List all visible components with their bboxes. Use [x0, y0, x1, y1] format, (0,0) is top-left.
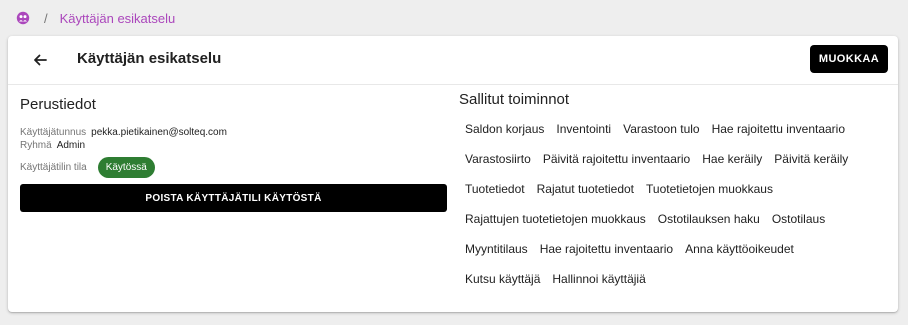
- permission-item: Inventointi: [556, 122, 612, 136]
- permission-item: Rajattujen tuotetietojen muokkaus: [465, 212, 646, 226]
- permission-item: Anna käyttöoikeudet: [685, 242, 794, 256]
- permission-item: Ostotilauksen haku: [657, 212, 760, 226]
- permission-item: Ostotilaus: [771, 212, 826, 226]
- status-row: Käyttäjätilin tila Käytössä: [20, 157, 448, 178]
- basic-info-section: Perustiedot Käyttäjätunnus pekka.pietika…: [20, 96, 448, 212]
- permission-item: Päivitä rajoitettu inventaario: [542, 152, 691, 166]
- edit-button[interactable]: MUOKKAA: [810, 45, 888, 73]
- user-group-icon[interactable]: [16, 11, 30, 25]
- permission-item: Saldon korjaus: [465, 122, 545, 136]
- breadcrumb-separator: /: [44, 10, 48, 26]
- permission-item: Tuotetietojen muokkaus: [646, 182, 773, 196]
- permission-item: Kutsu käyttäjä: [465, 272, 541, 286]
- permissions-list: Saldon korjaus Inventointi Varastoon tulo H…: [459, 114, 889, 294]
- permissions-title: Sallitut toiminnot: [459, 91, 570, 108]
- permission-item: Hae keräily: [702, 152, 763, 166]
- status-badge: Käytössä: [97, 157, 155, 178]
- permission-item: Tuotetiedot: [465, 182, 525, 196]
- permission-item: Varastoon tulo: [623, 122, 700, 136]
- back-button[interactable]: [28, 48, 52, 72]
- basic-info-title: Perustiedot: [20, 96, 96, 113]
- deactivate-account-button[interactable]: POISTA KÄYTTÄJÄTILI KÄYTÖSTÄ: [20, 184, 447, 212]
- permission-item: Varastosiirto: [465, 152, 531, 166]
- page-title: Käyttäjän esikatselu: [77, 50, 222, 67]
- header-divider: [8, 84, 898, 85]
- permission-item: Myyntitilaus: [465, 242, 528, 256]
- user-preview-card: Käyttäjän esikatselu MUOKKAA Perustiedot…: [8, 36, 898, 312]
- group-row: Ryhmä Admin: [20, 140, 448, 151]
- arrow-left-icon: [34, 54, 47, 66]
- group-value: Admin: [56, 140, 86, 151]
- breadcrumb: / Käyttäjän esikatselu: [16, 9, 175, 27]
- permissions-section: Sallitut toiminnot Saldon korjaus Invento…: [459, 91, 889, 294]
- status-label: Käyttäjätilin tila: [20, 162, 87, 173]
- group-label: Ryhmä: [20, 140, 52, 151]
- username-row: Käyttäjätunnus pekka.pietikainen@solteq.…: [20, 127, 448, 138]
- breadcrumb-current[interactable]: Käyttäjän esikatselu: [60, 11, 176, 26]
- username-value: pekka.pietikainen@solteq.com: [91, 127, 227, 138]
- permission-item: Hae rajoitettu inventaario: [711, 122, 846, 136]
- username-label: Käyttäjätunnus: [20, 127, 87, 138]
- permission-item: Rajatut tuotetiedot: [536, 182, 635, 196]
- permission-item: Hae rajoitettu inventaario: [539, 242, 674, 256]
- permission-item: Päivitä keräily: [774, 152, 849, 166]
- permission-item: Hallinnoi käyttäjiä: [552, 272, 646, 286]
